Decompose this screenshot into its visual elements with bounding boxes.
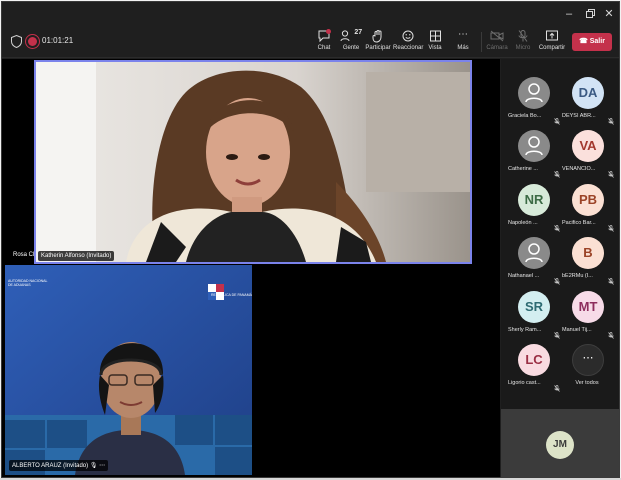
video-stage: Rosa Ch Katherin Alfonso (Invitado) AUTO…: [2, 59, 500, 477]
people-count: 27: [354, 29, 363, 36]
teams-window: – ✕ 01:01:21 Chat 27 Gente Participar Re…: [1, 1, 620, 478]
background-country-text: REPÚBLICA DE PANAMÁ: [211, 293, 252, 297]
participant-tile[interactable]: NR Napoleón ...: [506, 184, 560, 236]
restore-icon[interactable]: [581, 6, 599, 22]
raise-hand-button[interactable]: Participar: [365, 28, 391, 56]
mic-muted-icon: 🎙: [89, 463, 98, 469]
mic-muted-icon: [608, 326, 614, 339]
mic-muted-icon: [608, 165, 614, 178]
participant-tile[interactable]: VA VENANCIO...: [560, 130, 614, 182]
participant-tile[interactable]: Graciela Bo...: [506, 77, 560, 129]
more-label: Más: [457, 45, 469, 51]
avatar: VA: [572, 130, 604, 162]
participant-tile[interactable]: DA DEYSI ABR...: [560, 77, 614, 129]
default-avatar-icon: [518, 237, 550, 269]
leave-label: Salir: [589, 38, 605, 45]
more-options-icon[interactable]: ⋯: [99, 463, 105, 469]
mic-label: Micro: [515, 45, 531, 51]
main-participant-name: Katherin Alfonso (Invitado): [38, 251, 115, 261]
participant-tile[interactable]: PB Pacifico Bar...: [560, 184, 614, 236]
title-bar: – ✕: [2, 2, 619, 26]
share-label: Compartir: [538, 45, 566, 51]
minimize-icon[interactable]: –: [560, 6, 578, 22]
ellipsis-icon: ⋯: [458, 29, 468, 40]
view-all-label: Ver todos: [575, 380, 599, 386]
close-icon[interactable]: ✕: [600, 6, 618, 22]
avatar: SR: [518, 291, 550, 323]
camera-label: Cámara: [486, 45, 508, 51]
participant-name: DEYSI ABR...: [562, 113, 596, 119]
view-label: Vista: [428, 45, 442, 51]
meeting-toolbar: 01:01:21 Chat 27 Gente Participar Reacci…: [2, 26, 619, 58]
default-avatar-icon: [518, 130, 550, 162]
grid-view-icon: [429, 30, 441, 42]
participant-name: Sherly Ram...: [508, 327, 542, 333]
recording-icon: [28, 37, 37, 46]
people-button[interactable]: 27 Gente: [339, 28, 363, 56]
mic-off-icon: [518, 30, 528, 42]
participant-name: Napoleón ...: [508, 220, 538, 226]
people-label: Gente: [342, 45, 360, 51]
toolbar-divider: [481, 32, 482, 52]
participant-tile[interactable]: LC Ligorio cast...: [506, 344, 560, 396]
view-all-button[interactable]: ⋯ Ver todos: [560, 344, 614, 396]
view-button[interactable]: Vista: [426, 28, 444, 56]
chat-label: Chat: [317, 45, 331, 51]
hand-icon: [372, 30, 382, 43]
avatar: DA: [572, 77, 604, 109]
avatar: LC: [518, 344, 550, 376]
participant-tile[interactable]: BbE2RMu (I...: [560, 237, 614, 289]
participant-tile[interactable]: Catherine ...: [506, 130, 560, 182]
participant-name: VENANCIO...: [562, 166, 596, 172]
participant-tile[interactable]: SR Sherly Ram...: [506, 291, 560, 343]
participant-name: Pacifico Bar...: [562, 220, 596, 226]
camera-off-icon: [490, 30, 504, 42]
smiley-icon: [402, 30, 414, 42]
ellipsis-icon: ⋯: [572, 344, 604, 376]
more-button[interactable]: ⋯ Más: [454, 28, 472, 56]
mic-muted-icon: [608, 272, 614, 285]
react-label: Reaccionar: [393, 45, 424, 51]
main-video-tile[interactable]: Katherin Alfonso (Invitado): [34, 60, 472, 264]
chat-unread-badge: [326, 29, 331, 34]
participant-name: Manuel Tij...: [562, 327, 592, 333]
participants-gallery: Graciela Bo... DA DEYSI ABR... Catherine ..…: [501, 59, 619, 477]
participant-name: Ligorio cast...: [508, 380, 541, 386]
participant-name: Graciela Bo...: [508, 113, 542, 119]
leave-button[interactable]: ☎ Salir: [572, 33, 612, 51]
self-video-tile[interactable]: JM: [501, 409, 619, 477]
background-org-text: AUTORIDAD NACIONAL DE ADUANAS: [8, 279, 48, 287]
shield-icon: [11, 35, 22, 48]
mic-muted-icon: [608, 112, 614, 125]
participant-tile[interactable]: Nathanael ...: [506, 237, 560, 289]
phone-hangup-icon: ☎: [579, 38, 588, 45]
main-video-feed: [36, 62, 470, 262]
react-button[interactable]: Reaccionar: [393, 28, 423, 56]
second-video-tile[interactable]: AUTORIDAD NACIONAL DE ADUANAS REPÚBLICA …: [5, 265, 252, 475]
participant-name: bE2RMu (I...: [562, 273, 593, 279]
mic-muted-icon: [608, 219, 614, 232]
chat-button[interactable]: Chat: [312, 28, 336, 56]
mic-button[interactable]: Micro: [513, 28, 533, 56]
raise-hand-label: Participar: [365, 45, 391, 51]
participant-tile[interactable]: MT Manuel Tij...: [560, 291, 614, 343]
camera-button[interactable]: Cámara: [486, 28, 508, 56]
avatar: MT: [572, 291, 604, 323]
people-icon: [340, 30, 350, 42]
share-screen-icon: [546, 30, 558, 41]
avatar: B: [572, 237, 604, 269]
participant-name: Nathanael ...: [508, 273, 540, 279]
second-participant-name: ALBERTO ARAUZ (Invitado): [12, 463, 89, 469]
default-avatar-icon: [518, 77, 550, 109]
share-button[interactable]: Compartir: [538, 28, 566, 56]
participant-name: Catherine ...: [508, 166, 538, 172]
second-participant-name-tag: ALBERTO ARAUZ (Invitado) 🎙 ⋯: [9, 460, 109, 471]
avatar: PB: [572, 184, 604, 216]
self-avatar: JM: [546, 431, 574, 459]
meeting-timer: 01:01:21: [42, 36, 74, 45]
avatar: NR: [518, 184, 550, 216]
